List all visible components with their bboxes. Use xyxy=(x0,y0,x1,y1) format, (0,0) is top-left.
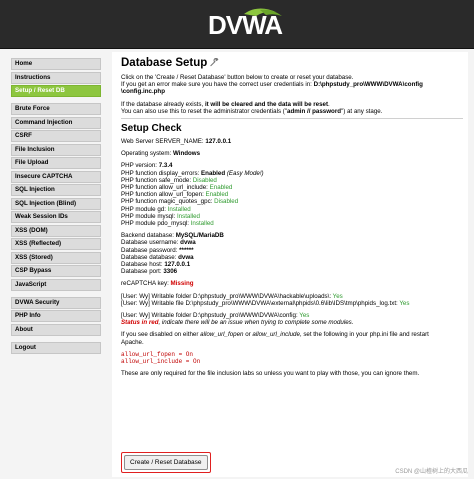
code-allow-url-fopen: allow_url_fopen = On xyxy=(121,350,194,358)
sidebar-item-file-upload[interactable]: File Upload xyxy=(11,157,101,169)
watermark: CSDN @山楂树上的大西瓜 xyxy=(395,469,468,475)
php-check-line: PHP function magic_quotes_gpc: Disabled xyxy=(121,198,239,206)
sidebar-item-csrf[interactable]: CSRF xyxy=(11,130,101,142)
recaptcha-line: reCAPTCHA key: Missing xyxy=(121,280,194,288)
menu-group: DVWA Security PHP Info About xyxy=(11,296,101,336)
content: Database Setup Click on the 'Create / Re… xyxy=(121,56,463,473)
writable-log-line: [User: Wy] Writable file D:\phpstudy_pro… xyxy=(121,299,410,307)
php-checks: PHP version: 7.3.4 PHP function display_e… xyxy=(121,162,463,227)
writable-config-line: [User: Wy] Writable folder D:\phpstudy_p… xyxy=(121,312,310,320)
php-check-line: PHP function safe_mode: Disabled xyxy=(121,176,217,184)
header: DVWA xyxy=(0,0,474,49)
sidebar-item-dvwa-security[interactable]: DVWA Security xyxy=(11,296,101,309)
menu-group: Brute Force Command Injection CSRF File Inc… xyxy=(11,103,101,291)
sidebar-item-weak-session-ids[interactable]: Weak Session IDs xyxy=(11,211,101,223)
wrench-icon xyxy=(210,58,219,67)
menu-group: Home Instructions Setup / Reset DB xyxy=(11,58,101,97)
create-reset-database-button[interactable]: Create / Reset Database xyxy=(124,455,208,470)
os-line: Operating system: Windows xyxy=(121,150,201,158)
database-info-line: Database database: dvwa xyxy=(121,253,194,261)
intro-text-2-path: \config.inc.php xyxy=(121,88,165,96)
intro-text-2: If you get an error make sure you have t… xyxy=(121,81,423,89)
sidebar-item-instructions[interactable]: Instructions xyxy=(11,71,101,84)
php-check-line: PHP version: 7.3.4 xyxy=(121,162,173,170)
logo-text: DVWA xyxy=(208,10,283,40)
page-title: Database Setup xyxy=(121,56,463,71)
sidebar-item-command-injection[interactable]: Command Injection xyxy=(11,116,101,129)
sidebar-item-xss-reflected[interactable]: XSS (Reflected) xyxy=(11,238,101,250)
intro-text-4: You can also use this to reset the admin… xyxy=(121,107,383,115)
dvwa-logo: DVWA xyxy=(200,6,290,44)
divider xyxy=(121,118,463,120)
server-name-line: Web Server SERVER_NAME: 127.0.0.1 xyxy=(121,138,232,146)
sidebar-item-javascript[interactable]: JavaScript xyxy=(11,278,101,291)
database-info-line: Database port: 3306 xyxy=(121,268,178,276)
sidebar-item-logout[interactable]: Logout xyxy=(11,341,101,354)
php-check-line: PHP module mysql: Installed xyxy=(121,212,200,220)
setup-check-title: Setup Check xyxy=(121,123,182,135)
database-info-line: Database username: dvwa xyxy=(121,239,196,247)
sidebar-item-about[interactable]: About xyxy=(11,323,101,336)
disabled-note: If you see disabled on either allow_url_… xyxy=(121,331,429,339)
sidebar-item-xss-dom[interactable]: XSS (DOM) xyxy=(11,224,101,237)
sidebar-item-csp-bypass[interactable]: CSP Bypass xyxy=(11,265,101,277)
sidebar-item-brute-force[interactable]: Brute Force xyxy=(11,103,101,115)
php-check-line: PHP function allow_url_fopen: Enabled xyxy=(121,191,229,199)
sidebar-item-file-inclusion[interactable]: File Inclusion xyxy=(11,143,101,156)
database-info-line: Backend database: MySQL/MariaDB xyxy=(121,232,224,240)
database-info-line: Database password: ****** xyxy=(121,246,194,254)
sidebar-menu: Home Instructions Setup / Reset DB Brute Fo… xyxy=(11,58,101,360)
intro-text-3: If the database already exists, it will … xyxy=(121,100,330,108)
php-check-line: PHP module gd: Installed xyxy=(121,205,191,213)
intro-text-1: Click on the 'Create / Reset Database' b… xyxy=(121,74,354,81)
create-button-highlight: Create / Reset Database xyxy=(121,452,211,473)
status-note: Status in red, indicate there will be an… xyxy=(121,319,354,327)
labs-note: These are only required for the file inc… xyxy=(121,370,420,378)
php-check-line: PHP module pdo_mysql: Installed xyxy=(121,220,214,228)
disabled-note-apache: Apache. xyxy=(121,338,144,346)
writable-uploads-line: [User: Wy] Writable folder D:\phpstudy_p… xyxy=(121,292,343,300)
menu-group: Logout xyxy=(11,341,101,354)
sidebar-item-sql-injection[interactable]: SQL Injection xyxy=(11,184,101,196)
php-check-line: PHP function allow_url_include: Enabled xyxy=(121,184,233,192)
main-body: Database Setup Click on the 'Create / Re… xyxy=(112,52,468,477)
database-info: Backend database: MySQL/MariaDB Database … xyxy=(121,232,463,275)
sidebar-item-php-info[interactable]: PHP Info xyxy=(11,310,101,322)
sidebar-item-insecure-captcha[interactable]: Insecure CAPTCHA xyxy=(11,170,101,183)
sidebar-item-home[interactable]: Home xyxy=(11,58,101,70)
sidebar-item-xss-stored[interactable]: XSS (Stored) xyxy=(11,251,101,264)
code-allow-url-include: allow_url_include = On xyxy=(121,358,201,366)
php-check-line: PHP function display_errors: Enabled (Ea… xyxy=(121,169,264,177)
sidebar-item-setup-reset-db[interactable]: Setup / Reset DB xyxy=(11,85,101,97)
database-info-line: Database host: 127.0.0.1 xyxy=(121,261,191,269)
sidebar-item-sql-injection-blind[interactable]: SQL Injection (Blind) xyxy=(11,197,101,210)
